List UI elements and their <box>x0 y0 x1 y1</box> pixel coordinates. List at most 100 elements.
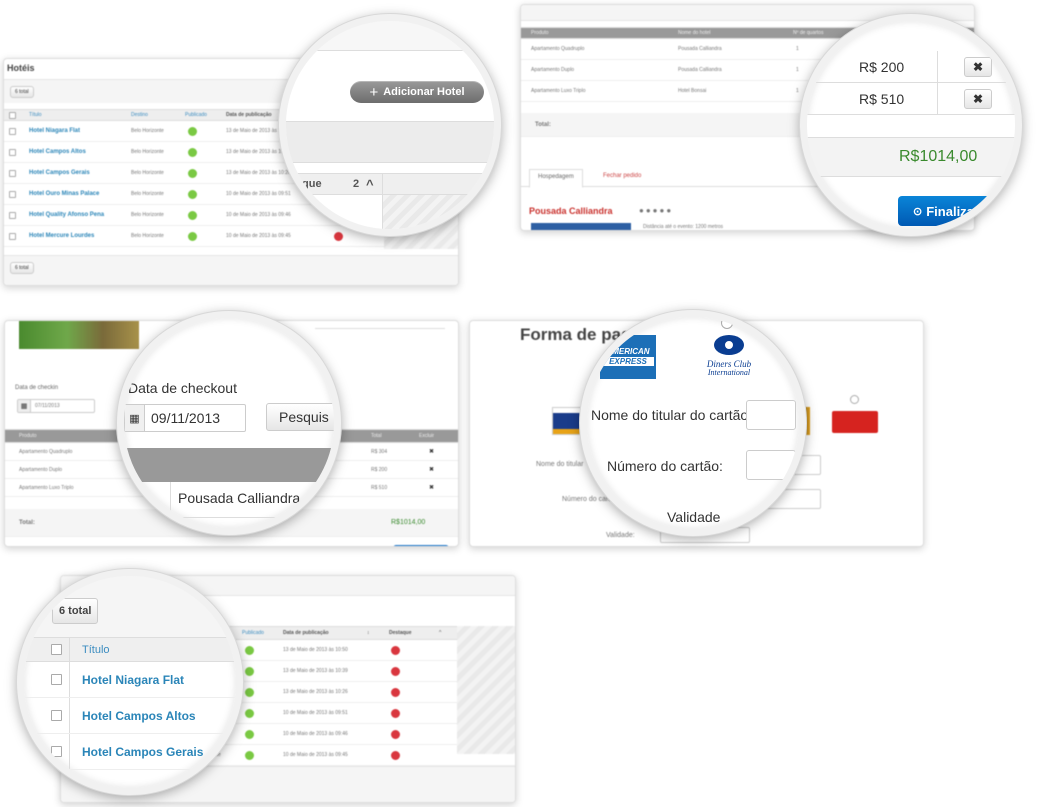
col-date[interactable]: Data de publicação <box>226 112 272 118</box>
published-status-dot[interactable] <box>245 750 254 760</box>
order-qty: 1 <box>796 88 799 94</box>
lens-price-row-2: R$ 510 ✖ <box>807 83 1015 115</box>
card-number-input[interactable] <box>746 450 796 480</box>
select-all-checkbox[interactable] <box>51 644 62 655</box>
magnifier-hotel-list: 6 total Título Hotel Niagara Flat Hotel … <box>17 569 243 795</box>
lens-row[interactable]: Hotel Campos Altos <box>24 698 236 734</box>
lens-row-title[interactable]: Hotel Niagara Flat <box>82 673 184 687</box>
diners-bottom: International <box>707 368 751 377</box>
row-checkbox[interactable] <box>9 211 16 219</box>
magnifier-checkout: Data de checkout ▦ 09/11/2013 Pesquis Po… <box>117 311 341 535</box>
col-dest[interactable]: Destino <box>131 112 148 118</box>
lens-col-title[interactable]: Título <box>82 644 110 656</box>
publish-date: 10 de Maio de 2013 às 09:51 <box>226 191 291 197</box>
bottom-col-date[interactable]: Data de publicação <box>283 630 329 636</box>
hotel-title-link[interactable]: Hotel Niagara Flat <box>29 128 80 134</box>
featured-status-dot[interactable] <box>391 729 400 739</box>
remove-icon[interactable]: ✖ <box>964 56 992 77</box>
hotel-note: Distância até o evento: 1200 metros <box>643 224 724 230</box>
checkin-value: 07/11/2013 <box>35 403 60 409</box>
radio-icon[interactable] <box>721 317 733 329</box>
published-status-dot[interactable] <box>245 708 254 718</box>
col-pub[interactable]: Publicado <box>185 112 207 118</box>
radio-icon[interactable] <box>850 395 859 404</box>
bottom-col-pub[interactable]: Publicado <box>242 630 264 636</box>
remove-icon[interactable]: ✖ <box>964 88 992 109</box>
published-status-dot[interactable] <box>188 168 197 178</box>
order-hotel: Pousada Calliandra <box>678 67 722 73</box>
hotel-destination: Belo Horizonte <box>131 233 164 239</box>
published-status-dot[interactable] <box>245 666 254 676</box>
featured-status-dot[interactable] <box>391 687 400 697</box>
featured-status-dot[interactable] <box>391 645 400 655</box>
lens-price-row-1: R$ 200 ✖ <box>807 51 1015 83</box>
published-status-dot[interactable] <box>245 687 254 697</box>
checkout-date-field[interactable]: ▦ 09/11/2013 <box>124 404 246 432</box>
featured-status-dot[interactable] <box>391 750 400 760</box>
validity-label: Validade: <box>606 532 635 539</box>
published-status-dot[interactable] <box>188 210 197 220</box>
published-status-dot[interactable] <box>188 231 197 241</box>
checkout-col-total: Total <box>371 433 382 439</box>
hotel-image <box>531 223 631 230</box>
delete-icon[interactable]: ✖ <box>429 484 434 491</box>
chevron-up-icon[interactable]: ^ <box>439 630 441 636</box>
amex-logo: AMERICAN EXPRESS <box>600 335 656 379</box>
lens-row-title[interactable]: Hotel Campos Altos <box>82 709 196 723</box>
lens-row-title[interactable]: Hotel Campos Gerais <box>82 745 203 759</box>
hotel-title-link[interactable]: Hotel Campos Altos <box>29 149 86 155</box>
hotel-title-link[interactable]: Hotel Campos Gerais <box>29 170 90 176</box>
row-checkbox[interactable] <box>9 148 16 156</box>
row-checkbox[interactable] <box>9 232 16 240</box>
delete-icon[interactable]: ✖ <box>429 448 434 455</box>
row-checkbox[interactable] <box>51 710 62 721</box>
order-hotel: Hotel Bonsai <box>678 88 707 94</box>
footer-total-badge: 6 total <box>10 262 34 274</box>
published-status-dot[interactable] <box>245 729 254 739</box>
hotel-title-link[interactable]: Hotel Ouro Minas Palace <box>29 191 99 197</box>
footer-total-label: 6 total <box>15 265 29 271</box>
row-checkbox[interactable] <box>51 746 62 757</box>
checkin-label: Data de checkin <box>15 385 59 391</box>
col-title[interactable]: Título <box>29 112 42 118</box>
published-status-dot[interactable] <box>188 189 197 199</box>
featured-status-dot[interactable] <box>334 231 343 241</box>
featured-status-dot[interactable] <box>391 708 400 718</box>
featured-status-dot[interactable] <box>391 666 400 676</box>
rating-stars: ●●●●● <box>639 206 674 215</box>
hotel-destination: Belo Horizonte <box>131 170 164 176</box>
delete-icon[interactable]: ✖ <box>429 466 434 473</box>
published-status-dot[interactable] <box>188 126 197 136</box>
hotel-title-link[interactable]: Hotel Quality Afonso Pena <box>29 212 104 218</box>
bottom-col-dst[interactable]: Destaque <box>389 630 412 636</box>
continue-button[interactable] <box>393 545 449 546</box>
total-badge: 6 total <box>10 86 34 98</box>
card-holder-input[interactable] <box>746 400 796 430</box>
chevron-up-icon[interactable]: ^ <box>366 177 374 192</box>
published-status-dot[interactable] <box>188 147 197 157</box>
calendar-icon: ▦ <box>125 405 145 431</box>
tab-hospedagem[interactable]: Hospedagem <box>529 169 583 188</box>
add-hotel-button[interactable]: + Adicionar Hotel <box>350 81 484 103</box>
hotel-destination: Belo Horizonte <box>131 149 164 155</box>
published-status-dot[interactable] <box>245 645 254 655</box>
publish-date: 10 de Maio de 2013 às 09:51 <box>283 710 348 716</box>
select-all-checkbox[interactable] <box>9 111 16 119</box>
row-checkbox[interactable] <box>9 127 16 135</box>
checkin-field[interactable]: ▦ 07/11/2013 <box>17 399 95 413</box>
checkout-product: Apartamento Duplo <box>19 466 63 473</box>
finalize-button[interactable]: ⊙ Finalizar <box>898 196 994 226</box>
tab-fechar-pedido[interactable]: Fechar pedido <box>603 173 641 179</box>
order-total-label: Total: <box>535 121 551 128</box>
row-checkbox[interactable] <box>9 190 16 198</box>
checkout-total-label: Total: <box>19 519 35 526</box>
row-checkbox[interactable] <box>51 674 62 685</box>
row-checkbox[interactable] <box>9 169 16 177</box>
finalize-label: Finalizar <box>926 203 979 219</box>
lens-row[interactable]: Hotel Niagara Flat <box>24 662 236 698</box>
publish-date: 10 de Maio de 2013 às 09:46 <box>283 731 348 737</box>
hotel-title-link[interactable]: Hotel Mercure Lourdes <box>29 233 94 239</box>
search-button[interactable]: Pesquis <box>266 403 334 431</box>
sort-icon[interactable]: ↕ <box>367 630 370 636</box>
lens-row[interactable]: Hotel Campos Gerais <box>24 734 236 770</box>
